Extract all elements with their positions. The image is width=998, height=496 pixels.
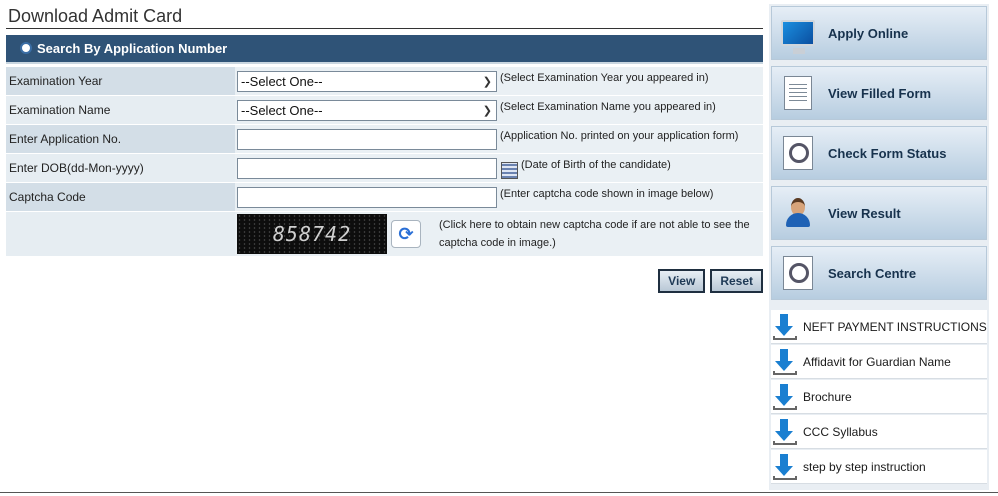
exam-name-select[interactable]: --Select One-- ❯ [237, 99, 497, 121]
check-form-status-tile[interactable]: Check Form Status [771, 126, 987, 180]
link-label: CCC Syllabus [803, 424, 878, 439]
view-filled-form-tile[interactable]: View Filled Form [771, 66, 987, 120]
row-exam-year: Examination Year --Select One-- ❯ (Selec… [6, 67, 763, 95]
link-step-by-step-instruction[interactable]: step by step instruction [771, 450, 987, 484]
view-filled-form-label: View Filled Form [828, 85, 932, 101]
link-label: Brochure [803, 389, 852, 404]
captcha-code-label: Captcha Code [6, 183, 235, 211]
row-dob: Enter DOB(dd-Mon-yyyy) (Date of Birth of… [6, 154, 763, 182]
link-neft-payment-instructions[interactable]: NEFT PAYMENT INSTRUCTIONS [771, 310, 987, 344]
magnifier-document-icon [783, 136, 813, 170]
captcha-code-hint: (Enter captcha code shown in image below… [500, 188, 714, 200]
exam-year-hint: (Select Examination Year you appeared in… [500, 72, 709, 84]
dob-hint: (Date of Birth of the candidate) [521, 159, 671, 171]
captcha-image: 858742 [237, 214, 387, 254]
view-button[interactable]: View [658, 269, 706, 293]
download-arrow-icon [773, 453, 797, 480]
captcha-refresh-hint: (Click here to obtain new captcha code i… [439, 219, 750, 249]
link-ccc-syllabus[interactable]: CCC Syllabus [771, 415, 987, 449]
refresh-captcha-button[interactable]: ⟳ [391, 220, 421, 248]
search-by-application-radio[interactable] [20, 41, 32, 54]
exam-year-select-value: --Select One-- [241, 73, 323, 89]
download-arrow-icon [773, 313, 797, 340]
calendar-icon[interactable] [501, 161, 518, 179]
reset-button[interactable]: Reset [710, 269, 763, 293]
page-title: Download Admit Card [6, 0, 763, 29]
refresh-icon: ⟳ [398, 223, 414, 244]
view-result-tile[interactable]: View Result [771, 186, 987, 240]
link-label: NEFT PAYMENT INSTRUCTIONS [803, 319, 987, 334]
monitor-icon [781, 20, 815, 54]
exam-name-label: Examination Name [6, 96, 235, 124]
exam-name-select-value: --Select One-- [241, 102, 323, 118]
admit-card-form: Examination Year --Select One-- ❯ (Selec… [6, 66, 763, 257]
search-panel-heading: Search By Application Number [37, 41, 228, 56]
row-application-no: Enter Application No. (Application No. p… [6, 125, 763, 153]
download-arrow-icon [773, 383, 797, 410]
link-brochure[interactable]: Brochure [771, 380, 987, 414]
form-document-icon [784, 76, 812, 110]
search-panel-header: Search By Application Number [6, 35, 763, 64]
search-centre-tile[interactable]: Search Centre [771, 246, 987, 300]
apply-online-label: Apply Online [828, 25, 909, 41]
download-arrow-icon [773, 418, 797, 445]
form-actions: View Reset [6, 269, 763, 293]
user-search-icon [785, 198, 811, 228]
main-content: Download Admit Card Search By Applicatio… [6, 0, 763, 293]
dob-input[interactable] [237, 157, 497, 179]
chevron-down-icon: ❯ [482, 104, 492, 117]
view-result-label: View Result [828, 205, 901, 221]
download-arrow-icon [773, 348, 797, 375]
row-captcha-code: Captcha Code (Enter captcha code shown i… [6, 183, 763, 211]
captcha-image-label-cell [6, 212, 235, 256]
row-captcha-image: 858742 ⟳ (Click here to obtain new captc… [6, 212, 763, 256]
search-centre-label: Search Centre [828, 265, 917, 281]
magnifier-document-icon [783, 256, 813, 290]
sidebar: Apply Online View Filled Form Check Form… [769, 4, 989, 490]
application-no-hint: (Application No. printed on your applica… [500, 130, 739, 142]
exam-year-select[interactable]: --Select One-- ❯ [237, 70, 497, 92]
chevron-down-icon: ❯ [482, 75, 492, 88]
captcha-code-input[interactable] [237, 186, 497, 208]
exam-year-label: Examination Year [6, 67, 235, 95]
apply-online-tile[interactable]: Apply Online [771, 6, 987, 60]
row-exam-name: Examination Name --Select One-- ❯ (Selec… [6, 96, 763, 124]
application-no-input[interactable] [237, 128, 497, 150]
exam-name-hint: (Select Examination Name you appeared in… [500, 101, 716, 113]
link-label: step by step instruction [803, 459, 926, 474]
link-affidavit-guardian-name[interactable]: Affidavit for Guardian Name [771, 345, 987, 379]
dob-label: Enter DOB(dd-Mon-yyyy) [6, 154, 235, 182]
application-no-label: Enter Application No. [6, 125, 235, 153]
captcha-image-text: 858742 [272, 222, 352, 246]
page-bottom-divider [0, 492, 998, 493]
check-form-status-label: Check Form Status [828, 145, 947, 161]
link-label: Affidavit for Guardian Name [803, 354, 951, 369]
